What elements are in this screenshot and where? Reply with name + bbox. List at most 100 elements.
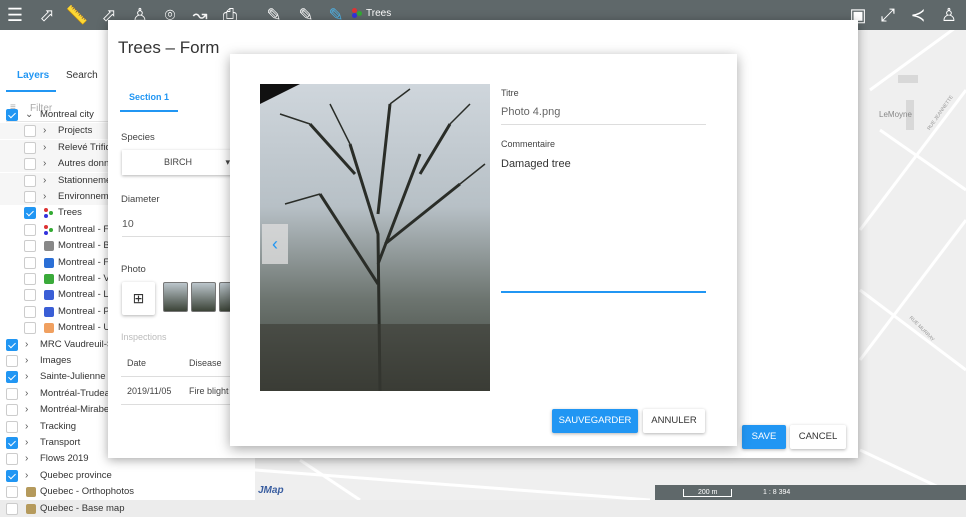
- chevron-right-icon[interactable]: ›: [25, 369, 28, 385]
- chevron-right-icon[interactable]: ›: [43, 173, 46, 189]
- layer-checkbox[interactable]: [24, 273, 36, 285]
- layer-item[interactable]: › Quebec province: [0, 468, 255, 484]
- layer-checkbox[interactable]: [24, 256, 36, 269]
- titre-input[interactable]: Photo 4.png: [501, 106, 706, 125]
- save-button[interactable]: SAVE: [742, 425, 786, 449]
- user-icon[interactable]: ♙: [937, 4, 961, 26]
- layer-checkbox[interactable]: [24, 125, 36, 138]
- tab-layers[interactable]: Layers: [17, 70, 49, 81]
- layer-map-icon: [26, 503, 36, 514]
- tab-search[interactable]: Search: [66, 70, 98, 81]
- layer-label: Montreal - U: [58, 322, 111, 334]
- chevron-right-icon[interactable]: ›: [25, 435, 28, 451]
- chevron-right-icon[interactable]: ›: [25, 337, 28, 353]
- tab-indicator: [6, 90, 56, 92]
- commentaire-textarea[interactable]: Damaged tree: [501, 158, 706, 293]
- layer-square-icon: [44, 323, 54, 334]
- layer-checkbox[interactable]: [24, 191, 36, 203]
- layer-checkbox[interactable]: [6, 502, 18, 515]
- cell-date: 2019/11/05: [127, 386, 172, 396]
- previous-photo-button[interactable]: ‹: [262, 224, 288, 264]
- layer-label: MRC Vaudreuil-S: [40, 338, 114, 350]
- layer-label: Projects: [58, 125, 93, 137]
- scale-ratio: 1 : 8 394: [763, 489, 791, 496]
- divider: [121, 376, 231, 377]
- trees-layer-icon: [352, 8, 362, 19]
- column-header-disease: Disease: [189, 358, 222, 368]
- form-title: Trees – Form: [118, 38, 220, 57]
- layer-checkbox[interactable]: [6, 355, 18, 367]
- map-status-bar: 200 m 1 : 8 394: [655, 485, 966, 500]
- layer-checkbox[interactable]: [24, 223, 36, 236]
- chevron-right-icon[interactable]: ›: [43, 123, 46, 139]
- chevron-right-icon[interactable]: ›: [25, 468, 28, 484]
- chevron-right-icon[interactable]: ›: [25, 402, 28, 418]
- layer-checkbox[interactable]: [24, 158, 36, 171]
- tree-image: [260, 84, 490, 391]
- annuler-button[interactable]: ANNULER: [643, 409, 705, 433]
- layer-checkbox[interactable]: [24, 289, 36, 302]
- fullscreen-icon[interactable]: ⤢: [876, 4, 900, 26]
- layer-label: Montreal - B: [58, 240, 110, 252]
- layer-label: Montréal-Mirabel: [40, 404, 112, 416]
- tab-section-1[interactable]: Section 1: [120, 92, 178, 112]
- jmap-logo: JMap: [258, 485, 284, 496]
- inspections-label: Inspections: [121, 332, 167, 342]
- diameter-input[interactable]: 10: [122, 218, 232, 237]
- select-arrow-icon[interactable]: ⬀: [35, 4, 59, 26]
- add-photo-button[interactable]: ⊞: [122, 282, 155, 315]
- menu-icon[interactable]: ☰: [3, 4, 27, 26]
- chevron-right-icon[interactable]: ›: [43, 156, 46, 172]
- layer-label: Montreal - Fi: [58, 256, 112, 268]
- layer-checkbox[interactable]: [24, 141, 36, 154]
- layer-label: Quebec - Orthophotos: [40, 486, 134, 498]
- measure-ruler-icon[interactable]: 📏: [65, 4, 89, 26]
- layer-checkbox[interactable]: [6, 437, 18, 449]
- chevron-right-icon[interactable]: ›: [43, 140, 46, 156]
- active-layer[interactable]: Trees: [352, 8, 391, 19]
- layer-checkbox[interactable]: [6, 420, 18, 433]
- commentaire-label: Commentaire: [501, 139, 556, 149]
- chevron-right-icon[interactable]: ›: [25, 353, 28, 369]
- layer-checkbox[interactable]: [6, 371, 18, 384]
- photo-edit-dialog: ‹ Titre Photo 4.png Commentaire Damaged …: [230, 54, 737, 446]
- layer-item[interactable]: Quebec - Base map: [0, 501, 255, 517]
- layer-item[interactable]: Quebec - Orthophotos: [0, 484, 255, 500]
- photo-thumbnail[interactable]: [163, 282, 188, 312]
- layer-checkbox[interactable]: [6, 469, 18, 482]
- share-icon[interactable]: ≺: [906, 4, 930, 26]
- layer-checkbox[interactable]: [24, 305, 36, 318]
- chevron-right-icon[interactable]: ›: [43, 189, 46, 205]
- layer-checkbox[interactable]: [6, 486, 18, 499]
- layer-marker-icon: [44, 257, 54, 268]
- layer-label: Montreal - La: [58, 289, 114, 301]
- sauvegarder-button[interactable]: SAUVEGARDER: [552, 409, 638, 433]
- species-value: BIRCH: [163, 157, 192, 167]
- layer-checkbox[interactable]: [24, 174, 36, 187]
- layer-checkbox[interactable]: [24, 322, 36, 335]
- chevron-down-icon[interactable]: ⌄: [25, 107, 33, 123]
- photo-thumbnail[interactable]: [191, 282, 216, 312]
- layer-label: Sainte-Julienne c: [40, 371, 113, 383]
- chevron-right-icon[interactable]: ›: [25, 451, 28, 467]
- layer-checkbox[interactable]: [6, 387, 18, 400]
- layer-checkbox[interactable]: [24, 240, 36, 253]
- layer-label: Autres donne: [58, 158, 115, 170]
- layer-label: Quebec - Base map: [40, 502, 125, 514]
- species-select[interactable]: BIRCH ▾: [122, 150, 234, 175]
- layer-dots-icon: [44, 208, 54, 219]
- layer-checkbox[interactable]: [24, 207, 36, 220]
- layer-checkbox[interactable]: [6, 109, 18, 121]
- layer-checkbox[interactable]: [6, 453, 18, 466]
- layer-label: Flows 2019: [40, 453, 89, 465]
- layer-label: Transport: [40, 437, 81, 448]
- layer-checkbox[interactable]: [6, 338, 18, 351]
- layer-dots-icon: [44, 224, 54, 235]
- layer-checkbox[interactable]: [6, 404, 18, 417]
- chevron-left-icon: ‹: [272, 234, 278, 254]
- layer-label: Stationneme: [58, 174, 112, 186]
- chevron-right-icon[interactable]: ›: [25, 419, 28, 435]
- chevron-right-icon[interactable]: ›: [25, 386, 28, 402]
- photo-label: Photo: [121, 264, 146, 275]
- cancel-button[interactable]: CANCEL: [790, 425, 846, 449]
